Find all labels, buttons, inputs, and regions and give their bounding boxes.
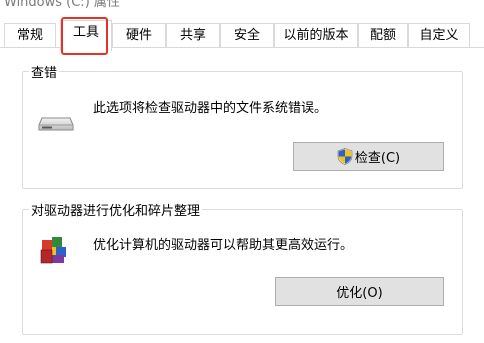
tools-panel: 查错 此选项将检查驱动器中的文件系统错误。 检查(C) 对驱动器进行优化和碎片整… [0, 48, 484, 343]
check-button-label: 检查(C) [354, 151, 401, 166]
uac-shield-icon [337, 148, 353, 165]
drive-icon [38, 116, 74, 132]
defrag-icon [38, 234, 70, 266]
optimize-button-label: 优化(O) [336, 286, 383, 301]
window-titlebar: Windows (C:) 属性 [0, 0, 484, 14]
tab-sharing[interactable]: 共享 [166, 23, 220, 47]
active-tab-highlight [61, 17, 108, 55]
tab-customize[interactable]: 自定义 [408, 23, 470, 47]
tab-general[interactable]: 常规 [4, 23, 56, 47]
error-check-group [22, 71, 463, 189]
optimize-description: 优化计算机的驱动器可以帮助其更高效运行。 [93, 238, 354, 253]
tab-security[interactable]: 安全 [220, 23, 274, 47]
error-check-title: 查错 [29, 62, 60, 81]
tab-quota[interactable]: 配额 [358, 23, 408, 47]
check-button[interactable]: 检查(C) [293, 142, 444, 171]
error-check-description: 此选项将检查驱动器中的文件系统错误。 [93, 101, 328, 116]
window-title: Windows (C:) 属性 [4, 0, 120, 10]
optimize-group [22, 209, 463, 335]
tab-hardware[interactable]: 硬件 [112, 23, 166, 47]
optimize-title: 对驱动器进行优化和碎片整理 [29, 200, 203, 219]
optimize-button[interactable]: 优化(O) [275, 277, 444, 306]
tab-previous-versions[interactable]: 以前的版本 [274, 23, 358, 47]
